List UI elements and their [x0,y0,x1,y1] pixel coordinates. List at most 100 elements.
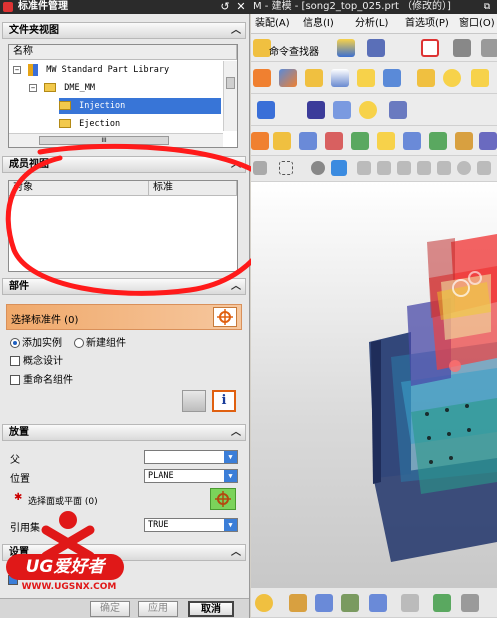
graphics-viewport[interactable] [251,182,497,588]
dropdown-arrow-icon[interactable]: ▼ [224,470,237,482]
selection-toolbar [251,156,497,182]
bottom-tool-5-icon[interactable] [369,594,387,612]
concept-design-checkbox[interactable]: 概念设计 [10,352,63,367]
tree-column-name[interactable]: 名称 [9,45,237,60]
snap-icon[interactable] [421,39,439,57]
mold-tool-2-icon[interactable] [273,132,291,150]
view-orient-icon[interactable] [311,161,325,175]
blend-icon[interactable] [305,69,323,87]
crosshair-select-icon[interactable] [213,307,237,327]
menu-analysis[interactable]: 分析(L) [355,14,388,34]
collapse-chevron-icon[interactable]: ︿ [231,425,241,440]
bottom-tool-8-icon[interactable] [461,594,479,612]
mold-tool-1-icon[interactable] [251,132,269,150]
hole-icon[interactable] [357,69,375,87]
add-instance-label: 添加实例 [22,338,62,349]
expand-icon[interactable]: − [29,83,37,92]
mold-tool-8-icon[interactable] [429,132,447,150]
pointer-icon[interactable] [253,161,267,175]
mold-tool-10-icon[interactable] [479,132,497,150]
collapse-chevron-icon[interactable]: ︿ [231,545,241,560]
mold-tool-5-icon[interactable] [351,132,369,150]
mold-assembly-model[interactable] [251,182,497,588]
mold-tool-7-icon[interactable] [403,132,421,150]
info-icon[interactable]: i [212,390,236,412]
cube-view-icon[interactable] [331,160,347,176]
tree-item-ejection[interactable]: Ejection [59,116,120,132]
mold-tool-4-icon[interactable] [325,132,343,150]
bottom-tool-3-icon[interactable] [315,594,333,612]
restore-icon[interactable]: ⧉ [480,0,494,14]
dropdown-arrow-icon[interactable]: ▼ [224,519,237,531]
checkbox-icon [10,356,20,366]
tree-item-label: MW Standard Part Library [46,65,170,75]
watermark-brand: UG爱好者 [6,554,124,580]
tree-item-library[interactable]: − MW Standard Part Library [13,62,169,78]
close-icon[interactable]: ✕ [234,0,248,14]
position-select[interactable]: PLANE ▼ [144,469,238,483]
extrude-icon[interactable] [279,69,297,87]
folder-view-header[interactable]: 文件夹视图 ︿ [2,22,246,39]
cylinder-icon[interactable] [307,101,325,119]
expand-icon[interactable]: − [13,65,21,74]
add-instance-radio[interactable]: 添加实例 [10,334,62,349]
placement-header[interactable]: 放置 ︿ [2,424,246,441]
new-component-radio[interactable]: 新建组件 [74,334,126,349]
snap-2-icon[interactable] [377,161,391,175]
help-icon[interactable] [182,390,206,412]
tool-icon[interactable] [481,39,497,57]
menu-information[interactable]: 信息(I) [303,14,334,34]
snap-6-icon[interactable] [457,161,471,175]
parent-select[interactable]: ▼ [144,450,238,464]
command-finder-label[interactable]: 命令查找器 [269,43,319,58]
concept-design-label: 概念设计 [23,356,63,367]
cancel-button[interactable]: 取消 [188,601,234,617]
bottom-tool-1-icon[interactable] [255,594,273,612]
rename-component-checkbox[interactable]: 重命名组件 [10,371,73,386]
mold-tool-6-icon[interactable] [377,132,395,150]
assembly-icon[interactable] [337,39,355,57]
reference-set-select[interactable]: TRUE ▼ [144,518,238,532]
reset-icon[interactable]: ↺ [218,0,232,14]
scroll-thumb[interactable] [226,77,235,89]
rect-select-icon[interactable] [279,161,293,175]
mold-tool-9-icon[interactable] [455,132,473,150]
select-filter-icon[interactable] [367,39,385,57]
snap-5-icon[interactable] [437,161,451,175]
washer-icon[interactable] [359,101,377,119]
bottom-tool-7-icon[interactable] [433,594,451,612]
select-standard-part-row[interactable]: 选择标准件 (0) [6,304,242,330]
snap-3-icon[interactable] [397,161,411,175]
vertical-scrollbar[interactable] [223,61,237,131]
menu-assembly[interactable]: 装配(A) [255,14,290,34]
select-face-label: 选择面或平面 (0) [28,497,98,507]
collapse-chevron-icon[interactable]: ︿ [231,23,241,38]
snap-4-icon[interactable] [417,161,431,175]
toolbar-row-4 [251,126,497,156]
snap-1-icon[interactable] [357,161,371,175]
bottom-tool-2-icon[interactable] [289,594,307,612]
menu-window[interactable]: 窗口(O) [459,14,495,34]
folder-tree[interactable]: 名称 − MW Standard Part Library − DME_MM I… [8,44,238,148]
menu-preferences[interactable]: 首选项(P) [405,14,449,34]
pad-icon[interactable] [471,69,489,87]
bolt-icon[interactable] [333,101,351,119]
folder-icon [44,83,57,92]
apply-button[interactable]: 应用 [138,601,178,617]
pin-icon[interactable] [389,101,407,119]
feature-icon[interactable] [253,69,271,87]
snap-7-icon[interactable] [477,161,491,175]
block-icon[interactable] [417,69,435,87]
mold-tool-3-icon[interactable] [299,132,317,150]
pocket-icon[interactable] [383,69,401,87]
tree-item-dme[interactable]: − DME_MM [29,80,95,96]
tree-item-injection[interactable]: Injection [59,98,221,114]
sphere-icon[interactable] [443,69,461,87]
select-face-crosshair-icon[interactable] [210,488,236,510]
dropdown-arrow-icon[interactable]: ▼ [224,451,237,463]
chamfer-icon[interactable] [331,69,349,87]
view-icon[interactable] [453,39,471,57]
insert-icon[interactable] [257,101,275,119]
bottom-tool-4-icon[interactable] [341,594,359,612]
bottom-tool-6-icon[interactable] [401,594,419,612]
